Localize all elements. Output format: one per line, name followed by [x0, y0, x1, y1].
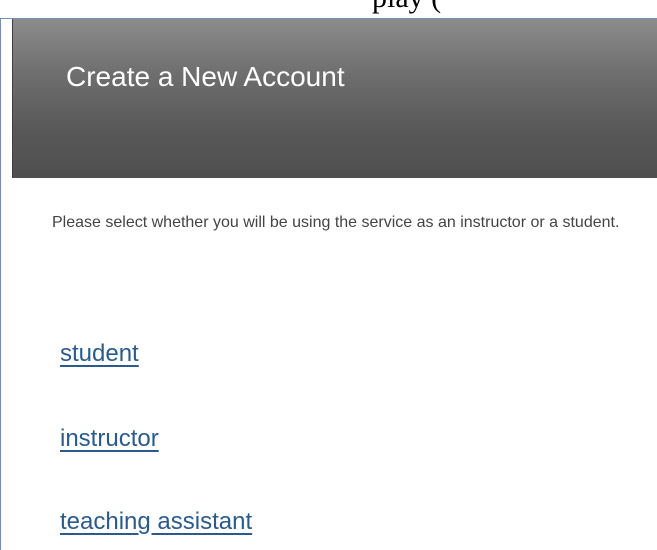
teaching-assistant-link[interactable]: teaching assistant — [60, 508, 252, 536]
intro-text: Please select whether you will be using … — [52, 214, 620, 231]
account-panel: Create a New Account — [0, 18, 657, 550]
top-strip-text: play ( — [372, 0, 441, 15]
page: play ( Create a New Account Please selec… — [0, 0, 657, 550]
instructor-link[interactable]: instructor — [60, 425, 159, 453]
panel-header: Create a New Account — [12, 19, 657, 178]
top-text-strip: play ( — [0, 0, 657, 18]
student-link[interactable]: student — [60, 340, 139, 368]
page-title: Create a New Account — [66, 61, 345, 92]
